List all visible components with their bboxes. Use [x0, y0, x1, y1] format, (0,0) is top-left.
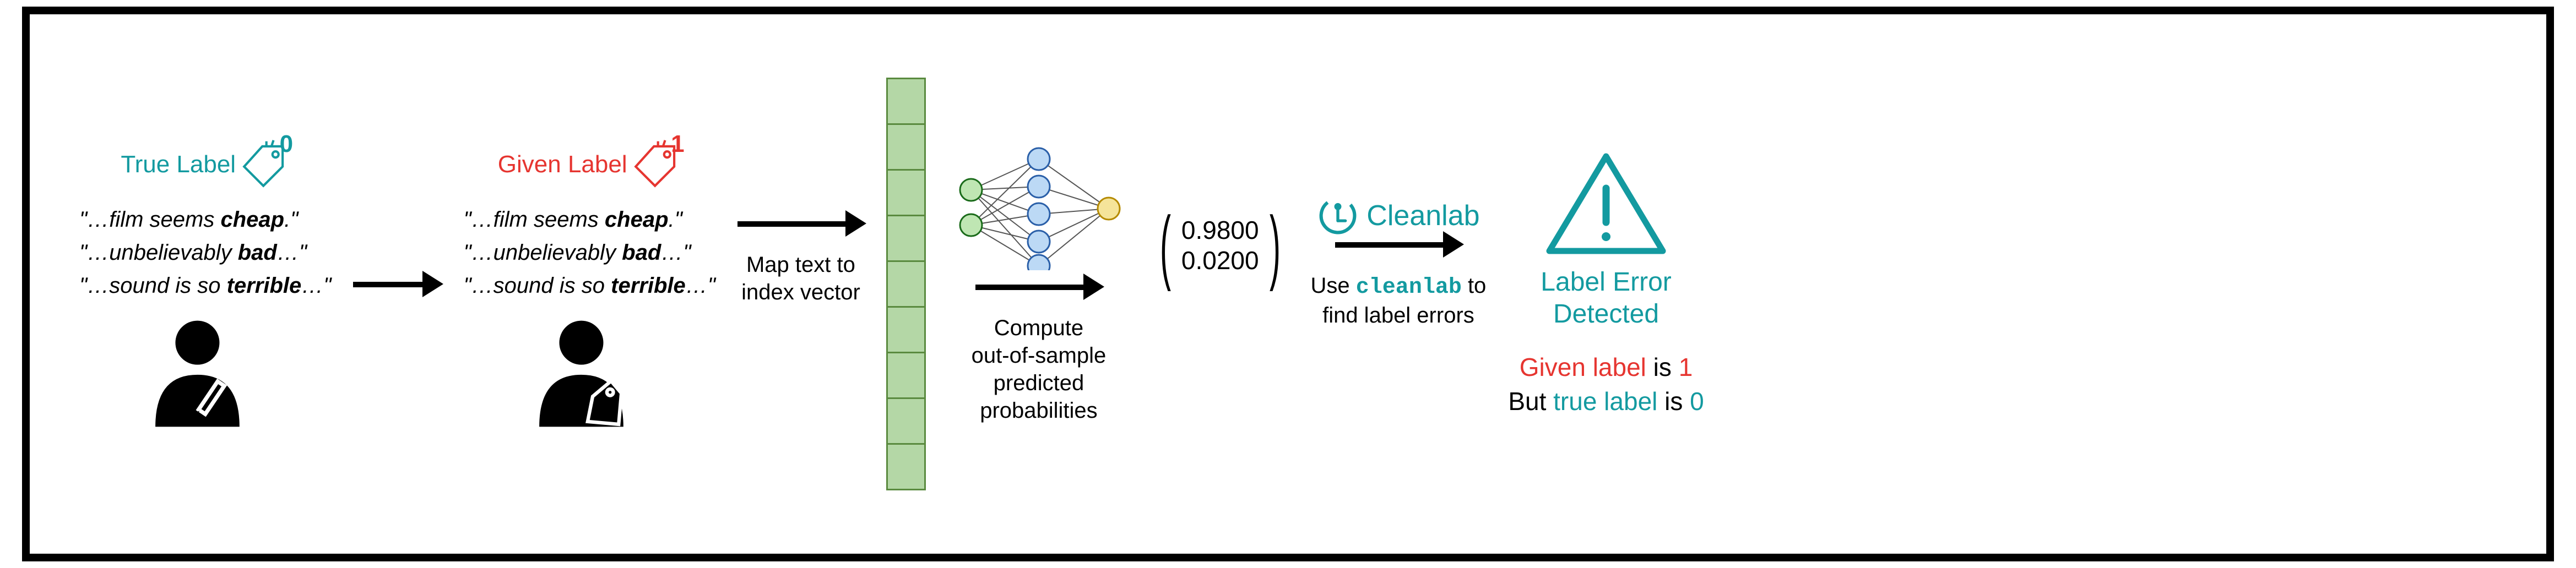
q: "…sound is so — [79, 274, 227, 298]
paren-right-icon: ) — [1270, 217, 1281, 275]
review-quotes-true: "…film seems cheap." "…unbelievably bad…… — [79, 203, 331, 302]
true-label-tag: True Label 0 — [121, 139, 290, 190]
t: out-of-sample — [972, 342, 1107, 369]
q: bad — [238, 241, 277, 265]
arrow-label-map: Map text to index vector — [741, 251, 860, 306]
vector-cell — [886, 260, 926, 308]
t: to — [1462, 274, 1486, 298]
result-panel: Label Error Detected Given label is 1 Bu… — [1508, 150, 1704, 418]
q: …" — [686, 274, 715, 298]
arrow-icon — [737, 218, 864, 229]
vector-cell — [886, 443, 926, 490]
t: Label Error — [1541, 266, 1671, 298]
t: probabilities — [972, 397, 1107, 424]
predicted-probs: ( 0.9800 0.0200 ) — [1152, 215, 1289, 276]
q: …" — [661, 241, 691, 265]
cleanlab-logo: Cleanlab — [1317, 195, 1479, 237]
arrow-compute: Compute out-of-sample predicted probabil… — [948, 144, 1130, 424]
given-label-tag: Given Label 1 — [498, 139, 681, 190]
t: is — [1646, 353, 1679, 381]
prob-0: 0.9800 — [1181, 215, 1259, 245]
vector-cell — [886, 78, 926, 125]
t: Map text to — [741, 251, 860, 278]
t: index vector — [741, 278, 860, 306]
vector-cells — [886, 78, 926, 490]
stage-true-label: True Label 0 "…film seems cheap." "…unbe… — [79, 139, 331, 429]
arrow-icon — [1335, 239, 1462, 250]
q: terrible — [227, 274, 302, 298]
vector-cell — [886, 306, 926, 353]
vector-cell — [886, 215, 926, 262]
arrow-map-text: Map text to index vector — [737, 218, 864, 306]
t: Given label — [1520, 353, 1646, 381]
result-lines: Given label is 1 But true label is 0 — [1508, 350, 1704, 418]
cleanlab-logo-icon — [1317, 195, 1359, 237]
q: "…film seems — [79, 207, 220, 232]
arrow-cleanlab: Cleanlab Use cleanlab to find label erro… — [1311, 195, 1487, 329]
prob-vector: ( 0.9800 0.0200 ) — [1152, 215, 1289, 276]
t: 1 — [1679, 353, 1693, 381]
t: Detected — [1541, 298, 1671, 330]
stage-given-label: Given Label 1 "…film seems cheap." "…unb… — [463, 139, 715, 429]
q: …" — [277, 241, 307, 265]
paren-left-icon: ( — [1160, 217, 1171, 275]
index-vector — [886, 78, 926, 490]
price-tag-icon: 0 — [239, 139, 290, 190]
true-label-text: True Label — [121, 151, 236, 178]
user-tagged-icon — [529, 319, 650, 429]
q: bad — [622, 241, 661, 265]
q: cheap — [220, 207, 284, 232]
cleanlab-name: Cleanlab — [1366, 199, 1479, 232]
t: true label — [1553, 387, 1657, 416]
q: ." — [669, 207, 682, 232]
q: "…unbelievably — [79, 241, 238, 265]
t: is — [1657, 387, 1690, 416]
q: …" — [301, 274, 331, 298]
arrow-icon — [975, 281, 1102, 292]
review-quotes-given: "…film seems cheap." "…unbelievably bad…… — [463, 203, 715, 302]
vector-cell — [886, 169, 926, 216]
vector-cell — [886, 123, 926, 171]
q: cheap — [605, 207, 669, 232]
q: "…film seems — [463, 207, 604, 232]
t: find label errors — [1311, 302, 1487, 329]
user-writing-icon — [145, 319, 266, 429]
result-title: Label Error Detected — [1541, 266, 1671, 330]
diagram-canvas: True Label 0 "…film seems cheap." "…unbe… — [22, 7, 2554, 561]
t: cleanlab — [1356, 275, 1462, 300]
given-label-value: 1 — [671, 130, 684, 158]
neural-net-icon — [948, 144, 1130, 270]
t: 0 — [1690, 387, 1704, 416]
true-label-value: 0 — [280, 130, 293, 158]
arrow-icon — [353, 278, 441, 290]
prob-1: 0.0200 — [1181, 245, 1259, 276]
price-tag-icon: 1 — [631, 139, 681, 190]
given-label-text: Given Label — [498, 151, 627, 178]
vector-cell — [886, 397, 926, 445]
t: Compute — [972, 314, 1107, 342]
t: But — [1508, 387, 1553, 416]
q: "…unbelievably — [463, 241, 622, 265]
arrow-label-cleanlab: Use cleanlab to find label errors — [1311, 272, 1487, 329]
q: ." — [284, 207, 298, 232]
arrow-label-compute: Compute out-of-sample predicted probabil… — [972, 314, 1107, 424]
t: Use — [1311, 274, 1356, 298]
q: "…sound is so — [463, 274, 611, 298]
warning-triangle-icon — [1543, 150, 1669, 260]
vector-cell — [886, 352, 926, 399]
q: terrible — [611, 274, 686, 298]
arrow-true-to-given — [353, 278, 441, 290]
t: predicted — [972, 369, 1107, 397]
